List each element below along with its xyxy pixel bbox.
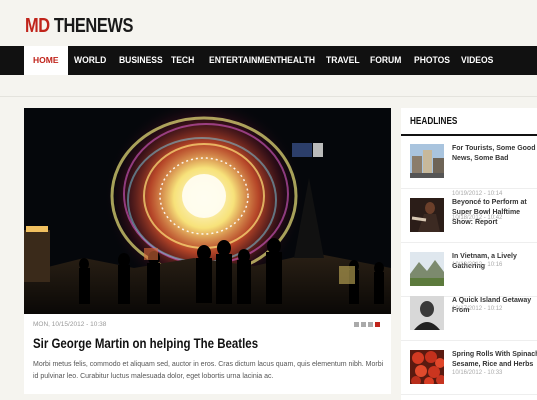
nav-item-entertainment[interactable]: ENTERTAINMENT [209,46,282,75]
tomatoes-photo [410,350,444,384]
headlines-sidebar: HEADLINES For Tourists, Some Good News, … [401,108,537,400]
nav-item-photos[interactable]: PHOTOS [414,46,450,75]
headline-title[interactable]: For Tourists, Some Good News, Some Bad [452,144,537,164]
nav-item-health[interactable]: HEALTH [281,46,315,75]
headline-item[interactable]: For Tourists, Some Good News, Some Bad 1… [401,136,537,197]
nav-item-videos[interactable]: VIDEOS [461,46,493,75]
mountain-photo [410,252,444,286]
nav-item-tech[interactable]: TECH [171,46,194,75]
headline-date: 10/18/2012 - 10:16 [452,262,503,268]
headline-item[interactable]: Spring Rolls With Spinach, Sesame, Rice … [401,342,537,395]
nav-item-business[interactable]: BUSINESS [119,46,163,75]
headline-thumbnail[interactable] [410,350,444,384]
headline-item[interactable]: Beyoncé to Perform at Super Bowl Halftim… [401,190,537,243]
featured-title[interactable]: Sir George Martin on helping The Beatles [33,336,258,351]
headline-date: 10/16/2012 - 10:33 [452,370,503,376]
headline-item[interactable]: A Quick Island Getaway From 10/17/2012 -… [401,288,537,341]
nav-item-home[interactable]: HOME [24,46,68,75]
nav-item-travel[interactable]: TRAVEL [326,46,360,75]
featured-date: MON, 10/15/2012 - 10:38 [33,321,107,328]
featured-excerpt: Morbi metus felis, commodo et aliquam se… [33,361,384,380]
sub-nav-band [0,75,537,97]
logo-prefix: MD [25,15,50,37]
headline-date: 10/17/2012 - 10:12 [452,306,503,312]
featured-story: MON, 10/15/2012 - 10:38 Sir George Marti… [24,108,391,394]
slider-dot[interactable] [361,322,366,327]
headline-thumbnail[interactable] [410,198,444,232]
ferris-wheel-photo [24,108,391,314]
featured-image[interactable] [24,108,391,314]
headlines-heading: HEADLINES [410,116,458,127]
performer-photo [410,198,444,232]
logo-name: THENEWS [53,15,134,37]
headline-thumbnail[interactable] [410,296,444,330]
portrait-photo [410,296,444,330]
slider-dot[interactable] [354,322,359,327]
nav-item-forum[interactable]: FORUM [370,46,401,75]
slider-dot[interactable] [368,322,373,327]
headline-title[interactable]: Spring Rolls With Spinach, Sesame, Rice … [452,350,537,370]
slider-pager [354,322,380,327]
headline-thumbnail[interactable] [410,252,444,286]
headline-title[interactable]: Beyoncé to Perform at Super Bowl Halftim… [452,198,537,228]
site-logo[interactable]: MD THENEWS [25,15,133,38]
site-header: MD THENEWS [0,0,537,46]
headline-thumbnail[interactable] [410,144,444,178]
headline-date: 10/18/2012 - 10:42 [452,215,503,221]
main-nav: HOME WORLD BUSINESS TECH ENTERTAINMENT H… [0,46,537,75]
slider-dot-active[interactable] [375,322,380,327]
buildings-photo [410,144,444,178]
nav-item-world[interactable]: WORLD [74,46,106,75]
